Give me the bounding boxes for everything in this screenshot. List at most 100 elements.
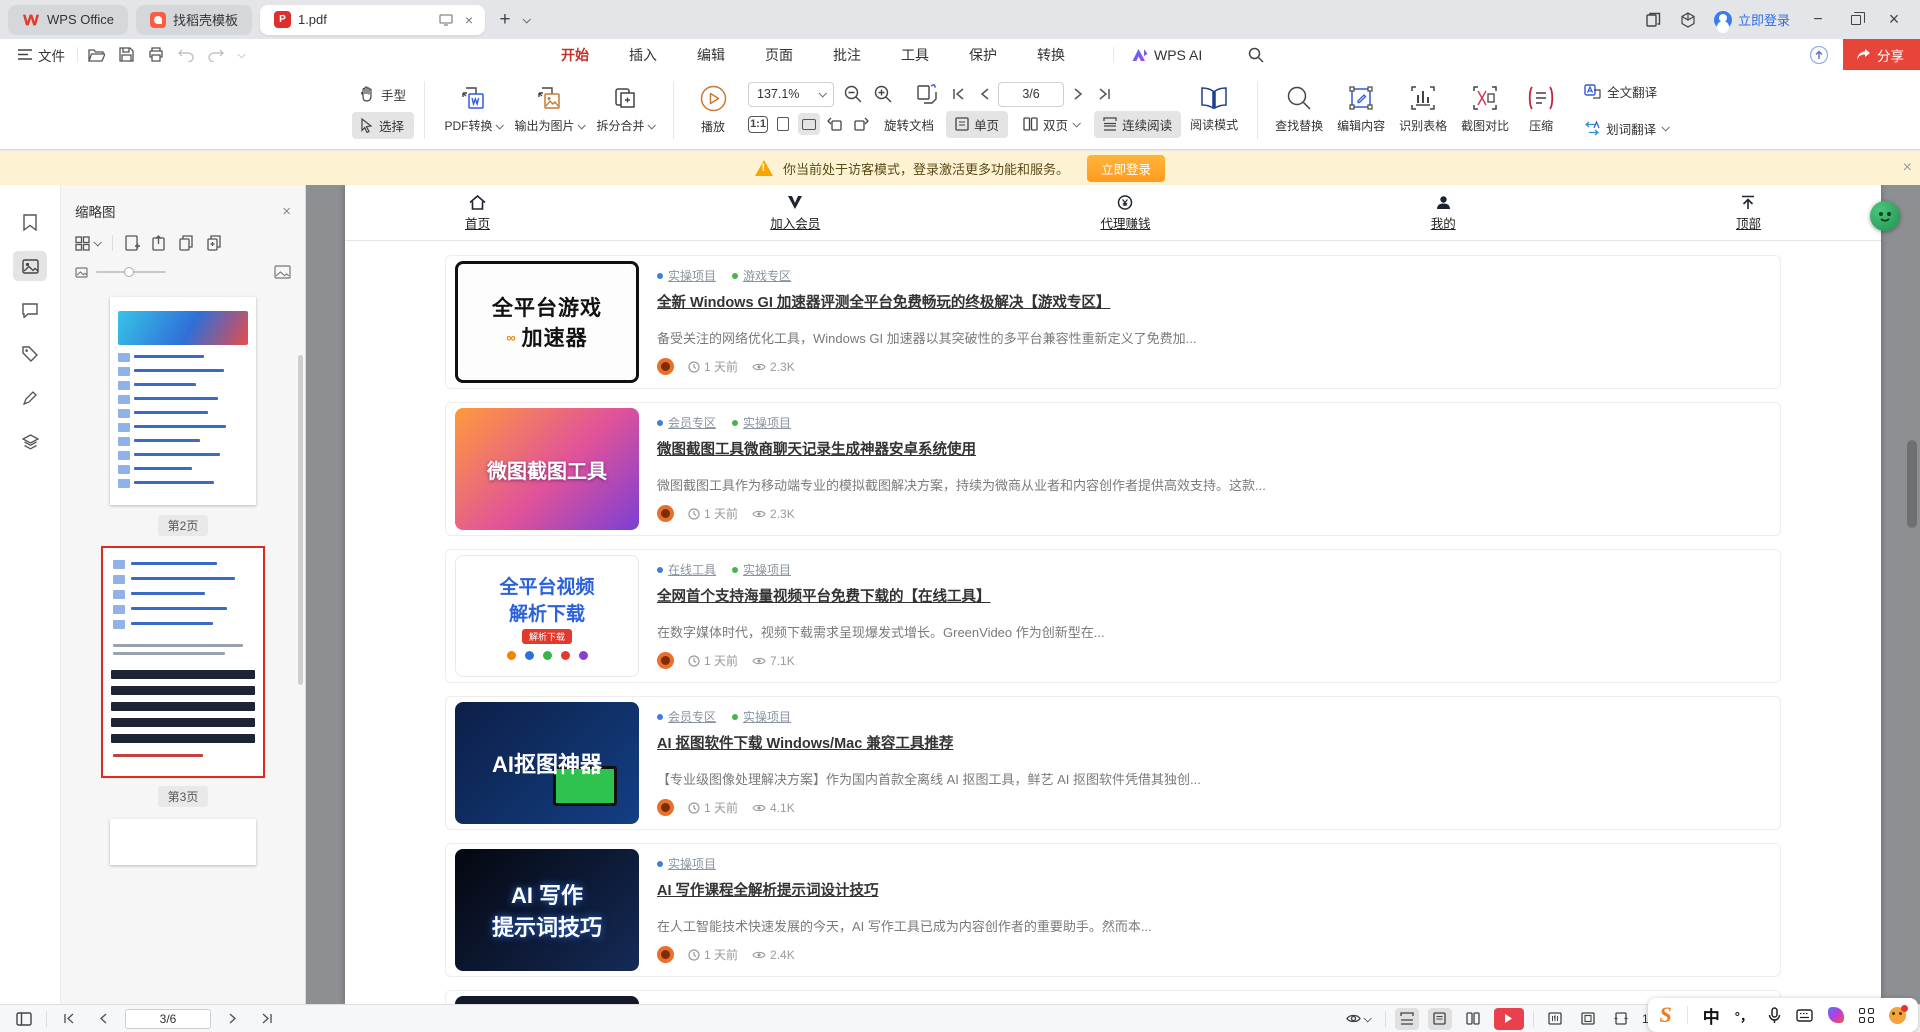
restore-button[interactable] bbox=[1846, 10, 1866, 30]
next-page-icon[interactable] bbox=[1066, 82, 1090, 106]
article-title-link[interactable]: AI 抠图软件下载 Windows/Mac 兼容工具推荐 bbox=[657, 732, 1771, 753]
tab-docer-templates[interactable]: 找稻壳模板 bbox=[136, 5, 252, 35]
nav-agent-earn-link[interactable]: 代理赚钱 bbox=[1100, 195, 1150, 232]
tab-edit[interactable]: 编辑 bbox=[691, 41, 731, 69]
thumbnail-size-slider[interactable] bbox=[96, 271, 166, 273]
article-tag[interactable]: 实操项目 bbox=[732, 561, 791, 578]
next-page-icon[interactable] bbox=[221, 1008, 245, 1030]
play-button[interactable] bbox=[1494, 1008, 1524, 1030]
undo-icon[interactable] bbox=[178, 48, 194, 62]
login-entry[interactable]: 立即登录 bbox=[1714, 10, 1790, 29]
article-tag[interactable]: 会员专区 bbox=[657, 414, 716, 431]
word-translate-button[interactable]: 划词翻译 bbox=[1576, 115, 1676, 142]
zoom-select[interactable]: 137.1% bbox=[748, 82, 834, 107]
last-page-icon[interactable] bbox=[255, 1008, 279, 1030]
thumbnail-larger-icon[interactable] bbox=[274, 265, 291, 279]
thumbnail-page-2[interactable] bbox=[110, 297, 256, 505]
insert-page-icon[interactable] bbox=[125, 235, 140, 251]
fit-width-icon[interactable] bbox=[1609, 1008, 1633, 1030]
read-mode-button[interactable]: 阅读模式 bbox=[1181, 79, 1247, 141]
quickbar-chevron-icon[interactable] bbox=[237, 50, 245, 58]
thumbnail-view-mode-icon[interactable] bbox=[75, 236, 100, 251]
article-card[interactable]: 微图截图工具 会员专区 实操项目 微图截图工具微商聊天记录生成神器安卓系统使用 … bbox=[445, 402, 1781, 536]
print-icon[interactable] bbox=[148, 47, 164, 62]
wps-ai-button[interactable]: WPS AI bbox=[1113, 47, 1202, 63]
double-page-mode-button[interactable]: 双页 bbox=[1014, 111, 1088, 138]
page-indicator-input[interactable] bbox=[998, 82, 1064, 107]
minimize-button[interactable]: − bbox=[1808, 10, 1828, 30]
article-card[interactable]: 全平台游戏 ∞加速器 实操项目 游戏专区 全新 Windows GI 加速器评测… bbox=[445, 255, 1781, 389]
select-tool-button[interactable]: 选择 bbox=[352, 112, 414, 139]
search-icon[interactable] bbox=[1248, 47, 1264, 63]
previous-page-icon[interactable] bbox=[91, 1008, 115, 1030]
continuous-reading-toggle-icon[interactable] bbox=[1395, 1008, 1419, 1030]
edit-content-button[interactable]: 编辑内容 bbox=[1330, 79, 1392, 141]
chinese-mode-icon[interactable]: 中 bbox=[1703, 1003, 1720, 1028]
eye-protection-mode-icon[interactable] bbox=[1340, 1008, 1376, 1030]
nav-join-member-link[interactable]: 加入会员 bbox=[770, 195, 820, 232]
signature-panel-icon[interactable] bbox=[13, 383, 47, 413]
tab-convert[interactable]: 转换 bbox=[1031, 41, 1071, 69]
export-as-image-button[interactable]: 输出为图片 bbox=[511, 79, 587, 141]
last-page-icon[interactable] bbox=[1092, 82, 1116, 106]
tab-wps-office[interactable]: WPS Office bbox=[8, 5, 128, 35]
close-window-button[interactable]: × bbox=[1884, 10, 1904, 30]
tab-comment[interactable]: 批注 bbox=[827, 41, 867, 69]
thumbnail-page-4[interactable] bbox=[110, 819, 256, 865]
screenshot-compare-button[interactable]: 截图对比 bbox=[1454, 79, 1516, 141]
paste-page-icon[interactable] bbox=[207, 235, 223, 251]
new-tab-icon[interactable]: + bbox=[497, 12, 513, 28]
nav-top-link[interactable]: 顶部 bbox=[1736, 195, 1761, 232]
continuous-reading-button[interactable]: 连续阅读 bbox=[1094, 111, 1181, 138]
thumbnails-panel-icon[interactable] bbox=[13, 251, 47, 281]
layers-panel-icon[interactable] bbox=[13, 427, 47, 457]
tab-protect[interactable]: 保护 bbox=[963, 41, 1003, 69]
punctuation-mode-icon[interactable]: °， bbox=[1735, 1006, 1753, 1025]
labels-panel-icon[interactable] bbox=[13, 339, 47, 369]
rotate-right-icon[interactable] bbox=[850, 113, 872, 135]
voice-input-icon[interactable] bbox=[1768, 1007, 1781, 1024]
zoom-out-icon[interactable] bbox=[842, 83, 864, 105]
tab-list-chevron-icon[interactable] bbox=[522, 15, 530, 23]
first-page-icon[interactable] bbox=[57, 1008, 81, 1030]
skin-theme-icon[interactable] bbox=[1828, 1007, 1844, 1023]
article-tag[interactable]: 实操项目 bbox=[732, 708, 791, 725]
article-tag[interactable]: 实操项目 bbox=[657, 267, 716, 284]
article-title-link[interactable]: 微图截图工具微商聊天记录生成神器安卓系统使用 bbox=[657, 438, 1771, 459]
article-tag[interactable]: 实操项目 bbox=[657, 855, 716, 872]
enter-read-on-screen-icon[interactable] bbox=[438, 12, 454, 28]
extract-page-icon[interactable] bbox=[152, 235, 167, 251]
toolbox-grid-icon[interactable] bbox=[1859, 1008, 1874, 1023]
single-page-toggle-icon[interactable] bbox=[1428, 1008, 1452, 1030]
compress-button[interactable]: 压缩 bbox=[1516, 79, 1566, 141]
thumbnail-panel-scrollbar[interactable] bbox=[298, 355, 303, 685]
find-replace-button[interactable]: 查找替换 bbox=[1268, 79, 1330, 141]
zoom-in-icon[interactable] bbox=[872, 83, 894, 105]
floating-assistant-avatar[interactable] bbox=[1870, 201, 1900, 231]
tab-tools[interactable]: 工具 bbox=[895, 41, 935, 69]
article-card[interactable]: AI 写作 提示词技巧 实操项目 AI 写作课程全解析提示词设计技巧 在人工智能… bbox=[445, 843, 1781, 977]
pdf-vertical-scrollbar[interactable] bbox=[1907, 440, 1917, 528]
comments-panel-icon[interactable] bbox=[13, 295, 47, 325]
integrations-cube-icon[interactable] bbox=[1680, 12, 1696, 28]
thumbnail-page-3-selected[interactable] bbox=[103, 548, 263, 776]
article-card[interactable]: 实操项目 虚拟资源 bbox=[445, 990, 1781, 1004]
single-page-mode-button[interactable]: 单页 bbox=[946, 111, 1008, 138]
article-tag[interactable]: 在线工具 bbox=[657, 561, 716, 578]
tab-page[interactable]: 页面 bbox=[759, 41, 799, 69]
rotate-pages-icon[interactable] bbox=[916, 83, 938, 105]
table-recognition-button[interactable]: 识别表格 bbox=[1392, 79, 1454, 141]
fit-width-icon[interactable] bbox=[772, 113, 794, 135]
rotate-left-icon[interactable] bbox=[824, 113, 846, 135]
article-tag[interactable]: 游戏专区 bbox=[732, 267, 791, 284]
tab-document-1pdf[interactable]: P 1.pdf × bbox=[260, 5, 485, 35]
open-file-icon[interactable] bbox=[88, 48, 105, 62]
window-stack-icon[interactable] bbox=[1646, 12, 1662, 28]
statusbar-page-indicator-input[interactable] bbox=[125, 1009, 211, 1029]
thumbnail-panel-close-icon[interactable]: × bbox=[282, 203, 291, 220]
rotate-document-button[interactable]: 旋转文档 bbox=[876, 111, 942, 138]
article-tag[interactable]: 实操项目 bbox=[732, 414, 791, 431]
article-title-link[interactable]: AI 写作课程全解析提示词设计技巧 bbox=[657, 879, 1771, 900]
fit-page-icon[interactable] bbox=[798, 113, 820, 135]
tab-home[interactable]: 开始 bbox=[555, 41, 595, 69]
